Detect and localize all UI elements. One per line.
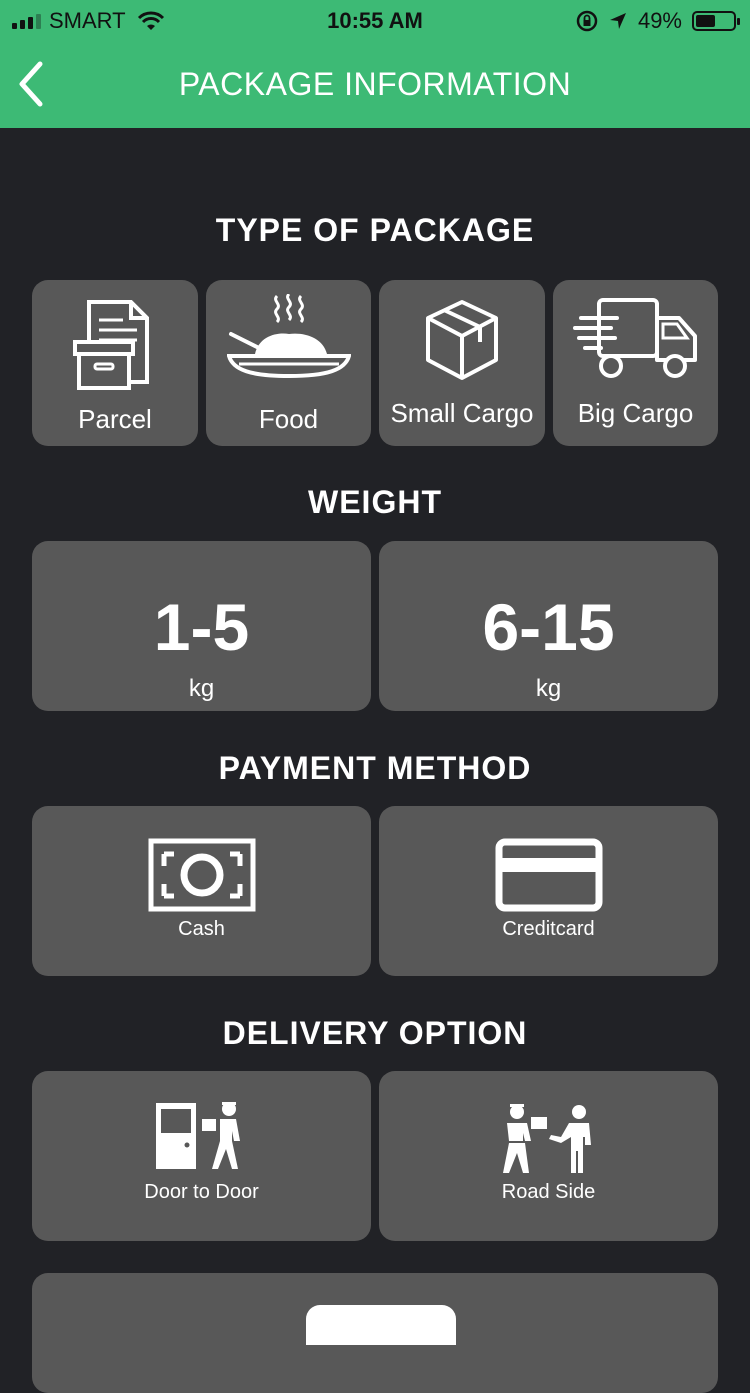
box-icon [426,300,498,380]
status-right: 49% [576,8,740,34]
weight-value: 1-5 [153,590,250,664]
weight-option-1-5[interactable]: 1-5 kg [32,541,371,711]
payment-option-creditcard[interactable]: Creditcard [379,806,718,976]
partial-tile[interactable] [32,1273,718,1393]
rotation-lock-icon [576,10,598,32]
package-type-title: TYPE OF PACKAGE [215,212,535,248]
payment-option-label: Cash [178,918,225,940]
package-option-label: Big Cargo [577,398,694,428]
package-option-big-cargo[interactable]: Big Cargo [553,280,718,446]
door-delivery-icon [155,1102,240,1169]
package-option-label: Small Cargo [390,398,534,428]
weight-value: 6-15 [482,590,615,664]
weight-title: WEIGHT [308,484,442,520]
header-bar: PACKAGE INFORMATION [0,40,750,128]
delivery-option-title: DELIVERY OPTION [222,1015,528,1051]
location-arrow-icon [609,13,626,29]
weight-option-6-15[interactable]: 6-15 kg [379,541,718,711]
delivery-option-road-side[interactable]: Road Side [379,1071,718,1241]
partial-tile-icon [306,1305,456,1345]
delivery-option-label: Door to Door [144,1181,259,1203]
package-option-food[interactable]: Food [206,280,371,446]
package-option-label: Parcel [78,404,152,434]
handover-icon [502,1104,591,1173]
page-title: PACKAGE INFORMATION [178,66,572,102]
parcel-icon [73,300,149,390]
cash-icon [148,838,255,912]
package-option-small-cargo[interactable]: Small Cargo [379,280,545,446]
truck-icon [572,298,697,378]
delivery-option-label: Road Side [501,1181,596,1203]
weight-unit: kg [188,675,215,702]
status-bar: SMART 10:55 AM 49% [0,0,750,40]
weight-unit: kg [535,675,562,702]
payment-option-label: Creditcard [502,918,595,940]
battery-icon [692,11,740,31]
battery-percent: 49% [637,8,682,33]
package-option-label: Food [258,404,319,434]
payment-option-cash[interactable]: Cash [32,806,371,976]
food-icon [226,294,351,379]
package-option-parcel[interactable]: Parcel [32,280,198,446]
delivery-option-door-to-door[interactable]: Door to Door [32,1071,371,1241]
credit-card-icon [495,838,602,912]
payment-method-title: PAYMENT METHOD [218,750,532,786]
